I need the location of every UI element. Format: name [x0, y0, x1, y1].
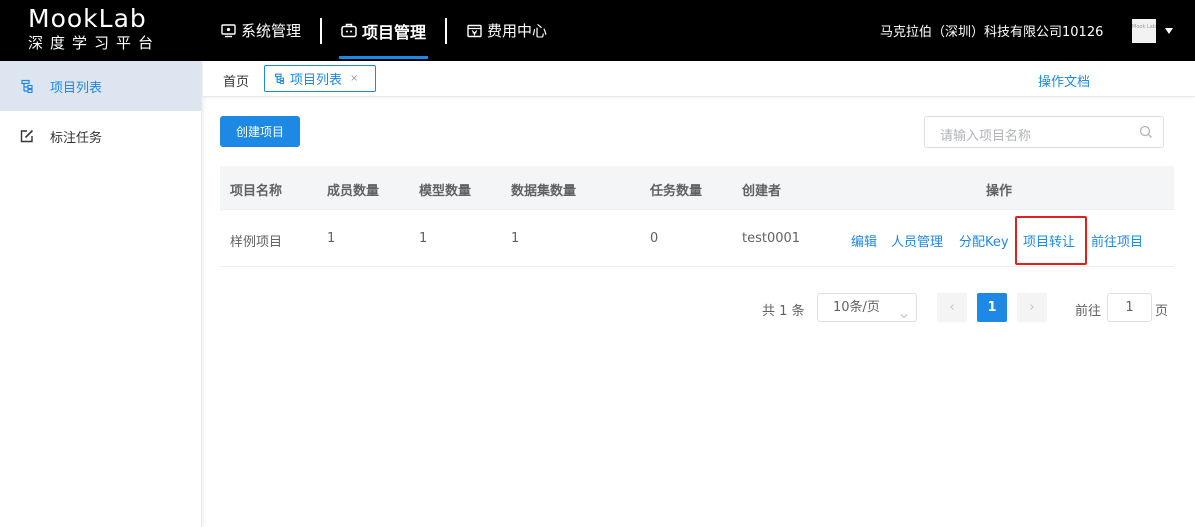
tab-label: 项目列表	[290, 73, 343, 88]
sidebar-item-label: 项目列表	[50, 80, 103, 96]
caret-down-icon[interactable]	[1165, 28, 1173, 34]
table-row: 样例项目 1 1 1 0 test0001 编辑 人员管理 分配Key 项目转让…	[220, 210, 1174, 267]
docs-link[interactable]: 操作文档	[1038, 71, 1090, 90]
member-management-link[interactable]: 人员管理	[891, 231, 943, 250]
column-header: 模型数量	[419, 184, 472, 199]
cell-creator: test0001	[742, 231, 801, 246]
logo-subtitle: 深度学习平台	[28, 34, 161, 52]
chevron-down-icon	[900, 303, 908, 319]
chevron-left-icon: ‹	[949, 300, 955, 315]
avatar[interactable]: Mook Lab	[1132, 19, 1156, 43]
go-to-project-link[interactable]: 前往项目	[1091, 231, 1143, 250]
sidebar: 项目列表 标注任务	[0, 61, 202, 527]
nav-system-management-label: 系统管理	[241, 22, 302, 40]
finance-icon	[466, 23, 482, 39]
pagination-total: 共 1 条	[762, 304, 805, 319]
cell-models: 1	[419, 231, 428, 246]
list-icon	[274, 73, 285, 84]
cell-members: 1	[327, 231, 336, 246]
cell-project-name: 样例项目	[230, 235, 283, 250]
page-size-select[interactable]: 10条/页	[817, 293, 917, 322]
transfer-project-link[interactable]: 项目转让	[1023, 231, 1075, 250]
sidebar-item-project-list[interactable]: 项目列表	[0, 61, 201, 111]
cell-tasks: 0	[650, 231, 659, 246]
company-name: 马克拉伯（深圳）科技有限公司10126	[880, 25, 1104, 40]
nav-project-management[interactable]: 项目管理	[339, 0, 429, 61]
page-size-value: 10条/页	[833, 300, 880, 315]
column-header: 数据集数量	[511, 184, 577, 199]
nav-system-management[interactable]: 系统管理	[218, 0, 303, 61]
close-icon[interactable]: ×	[350, 73, 358, 84]
monitor-icon	[220, 23, 236, 39]
nav-divider	[320, 17, 323, 44]
column-header: 创建者	[742, 184, 782, 199]
edit-icon	[20, 129, 34, 143]
table-header: 项目名称 成员数量 模型数量 数据集数量 任务数量 创建者 操作	[220, 166, 1174, 210]
search-placeholder: 请输入项目名称	[940, 129, 1032, 144]
column-header: 成员数量	[327, 184, 380, 199]
sidebar-item-annotation-tasks[interactable]: 标注任务	[0, 111, 201, 161]
column-header: 操作	[986, 184, 1013, 199]
nav-cost-center-label: 费用中心	[487, 22, 548, 40]
briefcase-icon	[341, 23, 357, 39]
top-nav: 系统管理 项目管理 费用中心	[218, 0, 549, 61]
tab-project-list[interactable]: 项目列表 ×	[264, 65, 376, 92]
list-icon	[20, 79, 34, 93]
edit-link[interactable]: 编辑	[851, 231, 877, 250]
next-page-button[interactable]: ›	[1017, 293, 1047, 322]
page-suffix: 页	[1155, 304, 1169, 319]
logo[interactable]: MookLab 深度学习平台	[28, 6, 178, 53]
nav-cost-center[interactable]: 费用中心	[464, 0, 549, 61]
project-table: 项目名称 成员数量 模型数量 数据集数量 任务数量 创建者 操作 样例项目 1 …	[220, 166, 1174, 267]
sidebar-item-label: 标注任务	[50, 130, 103, 146]
search-icon[interactable]	[1139, 125, 1153, 139]
nav-project-management-label: 项目管理	[362, 22, 427, 42]
goto-label: 前往	[1075, 304, 1102, 319]
column-header: 项目名称	[230, 184, 283, 199]
column-header: 任务数量	[650, 184, 703, 199]
goto-page-input[interactable]: 1	[1107, 293, 1152, 322]
tabs-bar: 首页 项目列表 × 操作文档	[203, 61, 1195, 97]
prev-page-button[interactable]: ‹	[937, 293, 967, 322]
tab-home[interactable]: 首页	[223, 71, 249, 90]
search-input[interactable]: 请输入项目名称	[924, 116, 1164, 148]
cell-datasets: 1	[511, 231, 520, 246]
nav-divider	[445, 17, 448, 44]
assign-key-link[interactable]: 分配Key	[959, 231, 1009, 250]
create-project-button[interactable]: 创建项目	[220, 116, 300, 147]
logo-title: MookLab	[28, 4, 147, 33]
chevron-right-icon: ›	[1029, 300, 1035, 315]
page-number-current[interactable]: 1	[977, 293, 1007, 322]
top-header: MookLab 深度学习平台 系统管理 项目管理 费用中心 马克拉伯（深圳）科技…	[0, 0, 1195, 61]
